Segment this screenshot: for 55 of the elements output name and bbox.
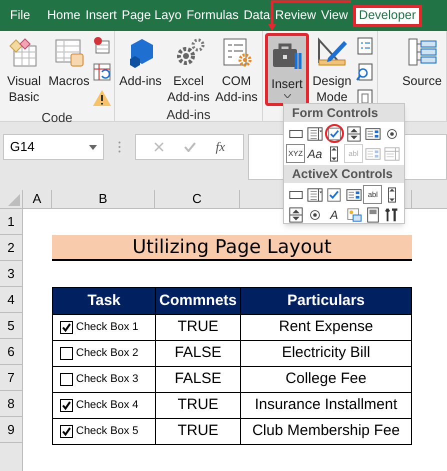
ribbon-button[interactable]: Visual Basic xyxy=(2,33,46,105)
table-cell: TRUE xyxy=(156,315,241,340)
ribbon-tab[interactable]: Insert xyxy=(86,9,117,22)
ribbon-button[interactable]: Source xyxy=(400,33,444,89)
ribbon-tab[interactable]: Formulas xyxy=(186,9,239,22)
column-header[interactable]: C xyxy=(155,190,240,208)
ribbon-button[interactable]: Excel Add-ins xyxy=(165,33,212,105)
row-header[interactable]: 5 xyxy=(0,313,22,339)
title-cell: Utilizing Page Layout xyxy=(52,235,412,261)
ribbon-button[interactable]: Insert xyxy=(265,33,309,106)
column-heading: Task xyxy=(53,288,156,314)
ribbon-button[interactable]: COM Add-ins xyxy=(213,33,260,105)
ribbon-tab[interactable]: Page Layo xyxy=(122,9,182,22)
checkbox-label: Check Box 1 xyxy=(76,320,138,336)
column-header[interactable]: A xyxy=(23,190,52,208)
ribbon-button[interactable]: Macros xyxy=(47,33,91,89)
row-header[interactable]: 7 xyxy=(0,365,22,391)
name-box[interactable]: G14 xyxy=(3,134,104,160)
ribbon-tab[interactable]: Home xyxy=(47,9,80,22)
table-cell: FALSE xyxy=(156,367,241,392)
table-cell: FALSE xyxy=(156,341,241,366)
table-cell-text: Club Membership Fee xyxy=(251,421,401,442)
table-cell-text: Electricity Bill xyxy=(280,343,372,364)
ribbon-tab[interactable]: View xyxy=(321,9,348,22)
column-heading: Particulars xyxy=(286,290,366,311)
checkbox-label: Check Box 5 xyxy=(76,424,138,440)
row-header[interactable]: 8 xyxy=(0,391,22,417)
group-label: Code xyxy=(41,110,73,125)
table-cell: TRUE xyxy=(156,419,241,444)
table-cell-text: Rent Expense xyxy=(278,317,374,338)
checkbox-label: Check Box 4 xyxy=(76,398,138,414)
row-header[interactable]: 6 xyxy=(0,339,22,365)
ribbon-button[interactable]: Design Mode xyxy=(310,33,354,105)
column-header[interactable]: B xyxy=(52,190,155,208)
group-label: Add-ins xyxy=(166,107,211,122)
row-header[interactable]: 2 xyxy=(0,235,22,261)
table-cell-text: Insurance Installment xyxy=(254,395,398,416)
row-header[interactable]: 9 xyxy=(0,417,22,443)
menu-section-header: Form Controls xyxy=(284,104,404,122)
column-heading: Commnets xyxy=(156,288,241,314)
menu-section-header: ActiveX Controls xyxy=(284,165,404,183)
ribbon-button[interactable]: Add-ins xyxy=(117,33,164,89)
checkbox-label: Check Box 3 xyxy=(76,372,138,388)
ribbon-tab[interactable]: Developer xyxy=(352,4,422,26)
ribbon-tab[interactable]: File xyxy=(10,9,30,22)
ribbon-tab[interactable]: Review xyxy=(275,9,316,22)
ribbon-tab[interactable]: Data xyxy=(244,9,270,22)
cell-reference: G14 xyxy=(10,138,35,156)
row-header[interactable]: 3 xyxy=(0,261,22,287)
table-cell: TRUE xyxy=(156,393,241,418)
row-header[interactable]: 4 xyxy=(0,287,22,313)
table-cell-text: College Fee xyxy=(284,369,368,390)
checkbox-label: Check Box 2 xyxy=(76,346,138,362)
insert-function-button[interactable]: fx xyxy=(216,137,225,157)
row-header[interactable]: 1 xyxy=(0,209,22,235)
